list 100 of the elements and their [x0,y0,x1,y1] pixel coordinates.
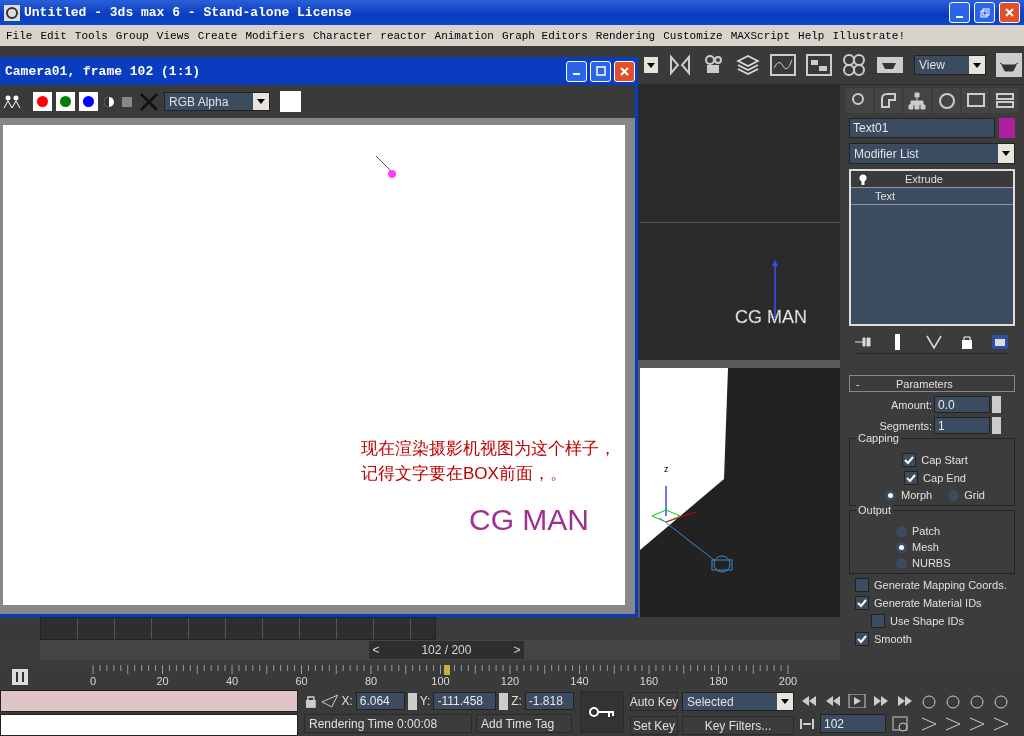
minimize-button[interactable] [566,60,587,82]
radio-button[interactable] [948,489,960,501]
time-ruler[interactable]: 0 20 40 60 80 100 120 140 160 180 200 [40,665,840,688]
layers-icon[interactable] [736,53,760,77]
make-unique-icon[interactable] [925,334,943,350]
spinner-field[interactable]: 0.0 [934,396,990,413]
color-swatch-icon[interactable] [120,94,134,109]
configure-sets-icon[interactable] [991,334,1009,350]
go-to-start-icon[interactable] [800,694,818,708]
next-frame-button[interactable]: > [509,643,524,657]
dropdown-arrow-icon[interactable] [781,699,789,704]
listener-field[interactable] [0,690,298,712]
menu-item[interactable]: Group [111,29,153,42]
checkmark-icon [904,455,915,465]
menu-item[interactable]: Customize [659,29,727,42]
mono-toggle-icon[interactable] [102,94,116,109]
menu-item[interactable]: Animation [430,29,498,42]
auto-key-button[interactable]: Auto Key [630,692,678,711]
dropdown-arrow-icon[interactable] [1002,151,1010,156]
remove-modifier-icon[interactable] [961,335,973,349]
dropdown-button[interactable] [644,57,658,73]
channel-toggle-button[interactable] [56,92,75,111]
go-to-end-icon[interactable] [896,694,914,708]
time-slider[interactable]: < 102 / 200 > [368,641,524,659]
checkbox[interactable] [902,453,917,467]
checkbox[interactable] [871,614,885,628]
menu-item[interactable]: reactor [376,29,431,42]
close-button[interactable] [999,2,1020,23]
object-color-swatch[interactable] [999,118,1015,138]
set-key-big-button[interactable] [580,691,624,733]
maximize-button[interactable] [590,60,611,82]
select-icon[interactable] [320,694,339,708]
radio-button[interactable] [885,489,896,501]
channel-dropdown[interactable]: RGB Alpha [164,92,270,111]
radio-button[interactable] [896,557,907,569]
coordinate-field[interactable]: -1.818 [524,692,574,710]
spinner-arrows[interactable] [499,692,509,710]
add-time-tag-button[interactable]: Add Time Tag [476,714,572,733]
next-frame-icon[interactable] [872,694,890,708]
lock-icon[interactable] [304,694,318,708]
modifier-list-dropdown[interactable]: Modifier List [849,143,1015,164]
pin-icon[interactable] [855,336,871,348]
mirror-icon[interactable] [668,53,692,77]
lightbulb-icon[interactable] [859,173,867,185]
material-icon[interactable] [842,53,866,77]
dropdown-arrow-icon[interactable] [647,62,655,68]
restore-button[interactable] [974,2,995,23]
checkbox[interactable] [855,632,869,646]
menu-item[interactable]: Edit [36,29,71,42]
previous-frame-button[interactable]: < [368,643,383,657]
radio-button[interactable] [896,525,907,537]
minimize-button[interactable] [949,2,970,23]
viewport[interactable]: z [640,368,840,617]
schematic-icon[interactable] [806,54,832,76]
key-mode-dropdown[interactable]: Selected [682,692,794,711]
view-dropdown[interactable]: View [914,55,986,75]
checkbox[interactable] [904,471,919,485]
play-icon[interactable] [848,694,866,708]
coordinate-field[interactable]: 6.064 [355,692,405,710]
spinner-arrows[interactable] [407,692,417,710]
menu-item[interactable]: Tools [70,29,112,42]
key-mode-toggle-icon[interactable] [800,717,814,730]
menu-item[interactable]: Create [193,29,242,42]
channel-toggle-button[interactable] [79,92,98,111]
menu-item[interactable]: MAXScript [726,29,795,42]
menu-item[interactable]: Graph Editors [497,29,592,42]
group-title: Output [856,504,894,516]
checkbox[interactable] [855,596,869,610]
menu-item[interactable]: Modifiers [241,29,309,42]
menu-item[interactable]: Rendering [591,29,660,42]
previous-frame-icon[interactable] [824,694,842,708]
time-marker[interactable] [444,665,451,675]
close-button[interactable] [614,60,635,82]
set-key-button[interactable]: Set Key [630,716,678,735]
people-icon[interactable] [3,94,21,109]
checkmark-icon [857,598,867,608]
stack-item[interactable]: Extrude [851,171,1013,188]
channel-toggle-button[interactable] [33,92,52,111]
rollout-header[interactable]: - Parameters [849,375,1015,392]
key-icon[interactable] [589,706,615,718]
menu-item[interactable]: Help [794,29,829,42]
object-name-field[interactable]: Text01 [849,118,995,138]
maximize-icon [595,66,606,76]
stack-item[interactable]: Text [851,188,1013,205]
radio-button[interactable] [896,541,907,553]
key-filters-button[interactable]: Key Filters... [682,716,794,735]
listener-output-field[interactable] [0,714,298,736]
checkbox[interactable] [855,578,869,592]
dropdown-arrow-icon[interactable] [973,62,981,68]
dropdown-arrow-icon[interactable] [257,99,265,104]
time-config-icon[interactable] [892,715,910,732]
current-frame-field[interactable]: 102 [820,714,886,733]
coordinate-field[interactable]: -111.458 [433,692,497,710]
menu-item[interactable]: Views [152,29,194,42]
color-swatch[interactable] [280,91,301,112]
menu-item[interactable]: File [2,29,37,42]
menu-item[interactable]: Character [308,29,377,42]
menu-item[interactable]: Illustrate! [828,29,910,42]
curve-editor-icon[interactable] [770,54,796,76]
spinner-field[interactable]: 1 [934,417,990,434]
